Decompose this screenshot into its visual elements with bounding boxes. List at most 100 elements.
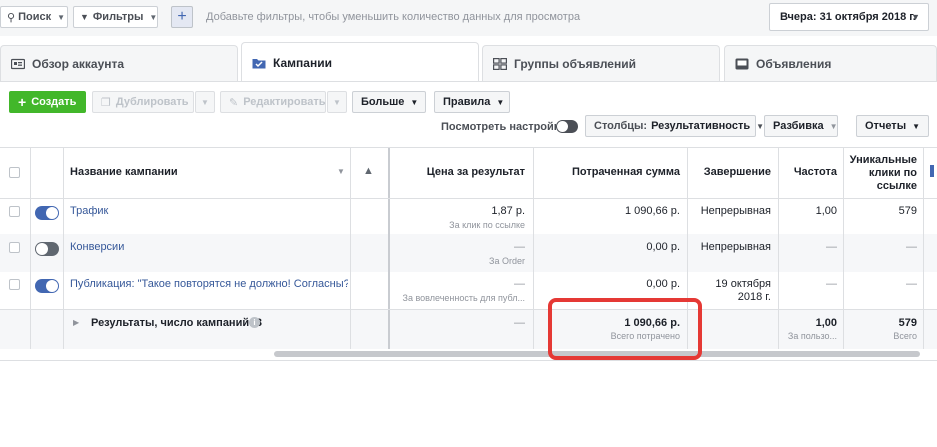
search-chip[interactable]: ⚲ Поиск ▼	[0, 6, 68, 28]
columns-label: Столбцы:	[594, 120, 648, 132]
row-checkbox[interactable]	[9, 206, 20, 217]
campaigns-folder-icon	[252, 57, 266, 69]
cost-per-result: —	[514, 278, 525, 290]
col-divider	[923, 147, 924, 349]
reports-button[interactable]: Отчеты ▼	[856, 115, 929, 137]
header-unique-clicks[interactable]: Уникальные клики по ссылке	[845, 154, 917, 193]
campaign-toggle[interactable]	[35, 242, 59, 256]
more-label: Больше	[361, 96, 405, 108]
sort-icon[interactable]: ▼	[337, 167, 345, 176]
campaigns-table: Название кампании ▼ ▲ Цена за результат …	[0, 147, 937, 362]
tab-label: Объявления	[756, 57, 832, 71]
campaign-toggle[interactable]	[35, 206, 59, 220]
summary-frequency-sub: За пользо...	[787, 331, 837, 341]
chevron-down-icon: ▼	[829, 121, 838, 131]
search-label: Поиск	[18, 11, 52, 23]
columns-button[interactable]: Столбцы: Результативность ▼	[585, 115, 764, 137]
summary-cost: —	[514, 317, 525, 329]
tabs-row: Обзор аккаунта Кампании Группы объявлени…	[0, 42, 937, 82]
edit-button[interactable]: ✎ Редактировать	[220, 91, 326, 113]
end-value: 19 октября 2018 г.	[715, 278, 771, 303]
frequency-value: —	[826, 241, 837, 253]
rules-label: Правила	[443, 96, 491, 108]
tab-ads[interactable]: Объявления	[724, 45, 937, 82]
row-divider	[0, 147, 937, 148]
summary-label: Результаты, число кампаний: 3	[91, 317, 262, 329]
col-divider	[63, 147, 64, 349]
cost-per-result-sub: За вовлеченность для публ...	[402, 293, 525, 303]
grid-icon	[493, 58, 508, 71]
duplicate-button[interactable]: ❐ Дублировать	[92, 91, 194, 113]
create-label: Создать	[31, 96, 77, 108]
add-filter-button[interactable]: +	[171, 6, 193, 28]
frequency-value: 1,00	[815, 205, 837, 217]
campaign-name-link[interactable]: Трафик	[70, 205, 108, 217]
spent-value: 1 090,66 р.	[624, 205, 680, 217]
cost-per-result: —	[514, 241, 525, 253]
columns-value: Результативность	[651, 120, 751, 132]
end-value: Непрерывная	[700, 205, 771, 217]
chevron-down-icon: ▼	[912, 121, 921, 131]
filters-label: Фильтры	[92, 11, 144, 23]
date-label: Вчера: 31 октября 2018 г.	[780, 11, 916, 23]
col-divider	[843, 147, 844, 349]
col-divider	[778, 147, 779, 349]
tab-label: Кампании	[273, 55, 332, 70]
info-icon[interactable]: i	[249, 317, 260, 328]
campaign-name-link[interactable]: Публикация: "Такое повторятся не должно!…	[70, 278, 348, 290]
row-divider	[0, 198, 937, 199]
summary-frequency: 1,00	[815, 317, 837, 329]
summary-unique-clicks: 579	[898, 317, 917, 329]
filter-bar: ⚲ Поиск ▼ ▼ Фильтры ▼ + Добавьте фильтры…	[0, 0, 937, 36]
header-end[interactable]: Завершение	[692, 166, 771, 178]
edit-dropdown-button[interactable]: ▼	[327, 91, 347, 113]
spent-value: 0,00 р.	[646, 278, 680, 290]
chevron-down-icon: ▼	[333, 97, 341, 107]
header-frequency[interactable]: Частота	[783, 166, 837, 178]
chevron-down-icon: ▼	[410, 97, 419, 107]
campaign-toggle[interactable]	[35, 279, 59, 293]
header-spent[interactable]: Потраченная сумма	[540, 166, 680, 178]
create-button[interactable]: + Создать	[9, 91, 86, 113]
row-checkbox[interactable]	[9, 279, 20, 290]
filters-chip[interactable]: ▼ Фильтры ▼	[73, 6, 158, 28]
header-cost-per-result[interactable]: Цена за результат	[395, 166, 525, 178]
column-resize-handle[interactable]	[930, 165, 934, 177]
highlight-annotation	[548, 298, 702, 360]
search-icon: ⚲	[7, 11, 16, 24]
summary-row-bg	[0, 309, 937, 349]
row-divider	[0, 360, 937, 361]
rules-button[interactable]: Правила ▼	[434, 91, 510, 113]
tab-campaigns[interactable]: Кампании	[241, 42, 479, 82]
cost-per-result-sub: За клик по ссылке	[449, 220, 525, 230]
unique-clicks-value: —	[906, 241, 917, 253]
more-button[interactable]: Больше ▼	[352, 91, 426, 113]
duplicate-icon: ❐	[101, 96, 111, 109]
select-all-checkbox[interactable]	[9, 167, 20, 178]
tab-label: Группы объявлений	[514, 57, 636, 71]
reports-label: Отчеты	[865, 120, 907, 132]
view-settings-toggle[interactable]	[556, 120, 578, 133]
col-divider	[350, 147, 351, 349]
tab-label: Обзор аккаунта	[32, 57, 125, 71]
breakdown-button[interactable]: Разбивка ▼	[764, 115, 838, 137]
edit-label: Редактировать	[243, 96, 326, 108]
row-divider	[0, 309, 937, 310]
ad-icon	[735, 58, 749, 70]
unique-clicks-value: 579	[898, 205, 917, 217]
chevron-down-icon: ▼	[911, 12, 920, 22]
campaign-name-link[interactable]: Конверсии	[70, 241, 124, 253]
row-checkbox[interactable]	[9, 242, 20, 253]
tab-ad-sets[interactable]: Группы объявлений	[482, 45, 720, 82]
frequency-value: —	[826, 278, 837, 290]
expand-icon[interactable]: ▶	[73, 318, 79, 327]
unique-clicks-value: —	[906, 278, 917, 290]
chevron-down-icon: ▼	[201, 97, 209, 107]
col-divider	[30, 147, 31, 349]
duplicate-dropdown-button[interactable]: ▼	[195, 91, 215, 113]
header-name[interactable]: Название кампании	[70, 166, 178, 178]
tab-account-overview[interactable]: Обзор аккаунта	[0, 45, 238, 82]
date-range-button[interactable]: Вчера: 31 октября 2018 г. ▼	[769, 3, 929, 31]
cost-per-result: 1,87 р.	[491, 205, 525, 217]
plus-icon: +	[18, 94, 27, 110]
